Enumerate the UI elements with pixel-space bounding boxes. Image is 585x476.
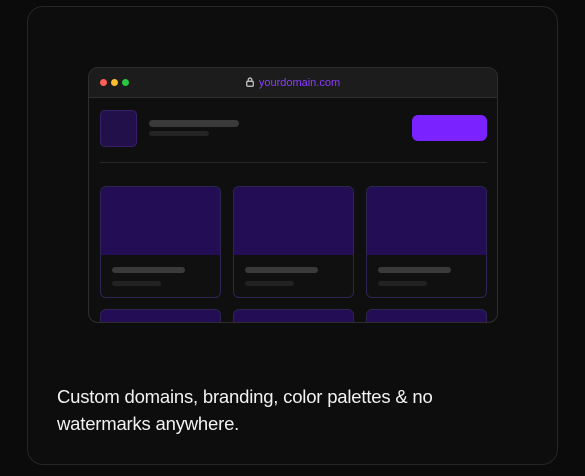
card-image-placeholder bbox=[101, 187, 220, 255]
card-subtitle-placeholder bbox=[245, 281, 294, 286]
card-image-placeholder bbox=[101, 310, 220, 322]
cta-button-placeholder bbox=[412, 115, 487, 141]
card-image-placeholder bbox=[234, 310, 353, 322]
card-subtitle-placeholder bbox=[378, 281, 427, 286]
card-subtitle-placeholder bbox=[112, 281, 161, 286]
lock-icon bbox=[245, 77, 254, 87]
card-image-placeholder bbox=[367, 187, 486, 255]
card-title-placeholder bbox=[245, 267, 318, 273]
subtitle-placeholder bbox=[149, 131, 209, 136]
header-divider bbox=[100, 162, 487, 163]
logo-placeholder bbox=[100, 110, 137, 147]
content-card bbox=[100, 186, 221, 298]
address-bar: yourdomain.com bbox=[89, 76, 497, 90]
feature-caption: Custom domains, branding, color palettes… bbox=[57, 386, 433, 434]
content-card bbox=[366, 186, 487, 298]
content-card bbox=[233, 309, 354, 322]
title-placeholder bbox=[149, 120, 239, 127]
card-title-placeholder bbox=[112, 267, 185, 273]
card-title-placeholder bbox=[378, 267, 451, 273]
content-card bbox=[233, 186, 354, 298]
card-image-placeholder bbox=[234, 187, 353, 255]
card-image-placeholder bbox=[367, 310, 486, 322]
url-text: yourdomain.com bbox=[258, 77, 341, 89]
browser-titlebar: yourdomain.com bbox=[89, 68, 497, 98]
content-card bbox=[366, 309, 487, 322]
browser-mockup: yourdomain.com bbox=[88, 67, 498, 323]
content-card bbox=[100, 309, 221, 322]
